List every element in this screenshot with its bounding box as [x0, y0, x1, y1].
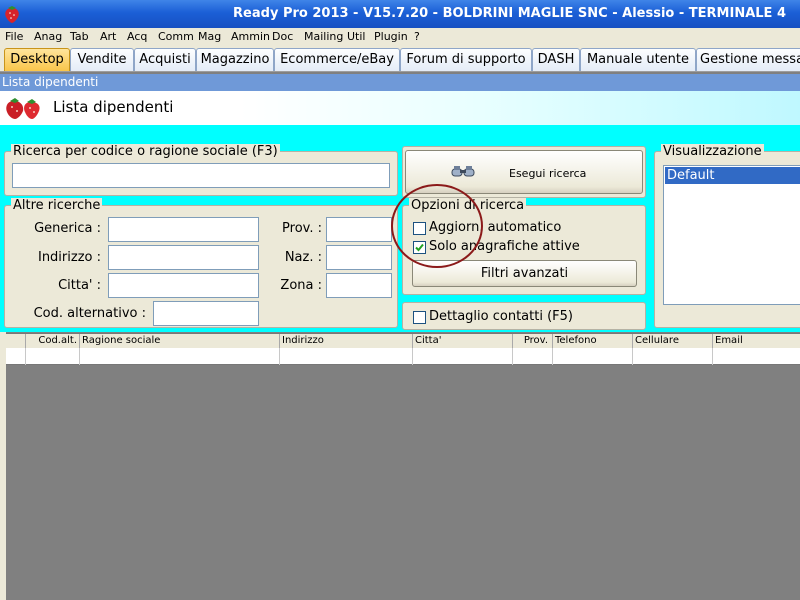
tab-manuale[interactable]: Manuale utente — [580, 48, 696, 71]
esegui-ricerca-label: Esegui ricerca — [509, 167, 587, 180]
tab-ecommerce[interactable]: Ecommerce/eBay — [274, 48, 400, 71]
label-indirizzo: Indirizzo : — [37, 250, 101, 265]
contact-detail-label: Dettaglio contatti (F5) — [429, 309, 573, 324]
indirizzo-field[interactable] — [108, 245, 259, 270]
search-group-label: Ricerca per codice o ragione sociale (F3… — [11, 144, 280, 159]
tab-acquisti[interactable]: Acquisti — [134, 48, 196, 71]
cyan-band — [0, 125, 800, 140]
strawberry-icon — [5, 6, 19, 23]
col-cellulare[interactable]: Cellulare — [633, 334, 713, 349]
menu-bar: File Anag Tab Art Acq Comm Mag Ammin Doc… — [0, 28, 800, 46]
label-zona: Zona : — [280, 278, 322, 293]
label-cod-alternativo: Cod. alternativo : — [33, 306, 146, 321]
col-ragione-sociale[interactable]: Ragione sociale — [80, 334, 280, 349]
cell-ragione-sociale[interactable] — [80, 348, 280, 365]
window-title: Ready Pro 2013 - V15.7.20 - BOLDRINI MAG… — [233, 6, 786, 21]
cell-cellulare[interactable] — [633, 348, 713, 365]
menu-help[interactable]: ? — [414, 30, 420, 43]
tab-desktop[interactable]: Desktop — [4, 48, 70, 71]
label-naz: Naz. : — [284, 250, 322, 265]
prov-field[interactable] — [326, 217, 392, 242]
contact-detail-panel: Dettaglio contatti (F5) — [402, 302, 646, 330]
grid-row-indicator — [0, 332, 6, 600]
col-prov[interactable]: Prov. — [513, 334, 553, 349]
col-cod-alt[interactable]: Cod.alt. — [26, 334, 80, 349]
label-generica: Generica : — [34, 221, 101, 236]
view-item-default[interactable]: Default — [665, 167, 800, 184]
menu-util[interactable]: Util — [347, 30, 365, 43]
cod-alternativo-field[interactable] — [153, 301, 259, 326]
search-input[interactable] — [12, 163, 390, 188]
menu-anag[interactable]: Anag — [34, 30, 62, 43]
cell-indirizzo[interactable] — [280, 348, 413, 365]
cell-prov[interactable] — [513, 348, 553, 365]
grid-header: Cod.alt. Ragione sociale Indirizzo Citta… — [6, 333, 800, 349]
tab-vendite[interactable]: Vendite — [70, 48, 134, 71]
menu-ammin[interactable]: Ammin — [231, 30, 270, 43]
col-citta[interactable]: Citta' — [413, 334, 513, 349]
other-searches-group: Altre ricerche Generica : Indirizzo : Ci… — [4, 198, 398, 328]
page-title: Lista dipendenti — [53, 98, 174, 116]
zona-field[interactable] — [326, 273, 392, 298]
annotation-circle — [391, 184, 483, 268]
tab-bar: Desktop Vendite Acquisti Magazzino Ecomm… — [0, 46, 800, 72]
row-indicator — [6, 348, 26, 365]
menu-art[interactable]: Art — [100, 30, 116, 43]
menu-tab[interactable]: Tab — [70, 30, 89, 43]
table-row[interactable] — [6, 348, 800, 365]
cell-telefono[interactable] — [553, 348, 633, 365]
citta-field[interactable] — [108, 273, 259, 298]
view-list[interactable]: Default — [663, 165, 800, 305]
menu-plugin[interactable]: Plugin — [374, 30, 408, 43]
grid-header-indicator — [6, 334, 26, 349]
col-indirizzo[interactable]: Indirizzo — [280, 334, 413, 349]
search-group: Ricerca per codice o ragione sociale (F3… — [4, 144, 398, 196]
strawberries-icon — [6, 98, 40, 119]
binoculars-icon — [451, 166, 475, 177]
cell-email[interactable] — [713, 348, 800, 365]
tab-magazzino[interactable]: Magazzino — [196, 48, 274, 71]
menu-acq[interactable]: Acq — [127, 30, 147, 43]
label-prov: Prov. : — [282, 221, 322, 236]
panel-caption: Lista dipendenti — [0, 74, 800, 91]
generica-field[interactable] — [108, 217, 259, 242]
menu-file[interactable]: File — [5, 30, 23, 43]
view-group: Visualizzazione Default — [654, 144, 800, 328]
menu-mailing[interactable]: Mailing — [304, 30, 343, 43]
tab-gestione[interactable]: Gestione messa — [696, 48, 800, 71]
other-searches-label: Altre ricerche — [11, 198, 103, 213]
label-citta: Citta' : — [58, 278, 101, 293]
view-group-label: Visualizzazione — [661, 144, 764, 159]
menu-comm[interactable]: Comm — [158, 30, 194, 43]
cell-cod-alt[interactable] — [26, 348, 80, 365]
naz-field[interactable] — [326, 245, 392, 270]
cell-citta[interactable] — [413, 348, 513, 365]
tab-forum[interactable]: Forum di supporto — [400, 48, 532, 71]
tab-dash[interactable]: DASH — [532, 48, 580, 71]
menu-mag[interactable]: Mag — [198, 30, 221, 43]
col-email[interactable]: Email — [713, 334, 800, 349]
menu-doc[interactable]: Doc — [272, 30, 293, 43]
col-telefono[interactable]: Telefono — [553, 334, 633, 349]
contact-detail-checkbox[interactable] — [413, 311, 426, 324]
